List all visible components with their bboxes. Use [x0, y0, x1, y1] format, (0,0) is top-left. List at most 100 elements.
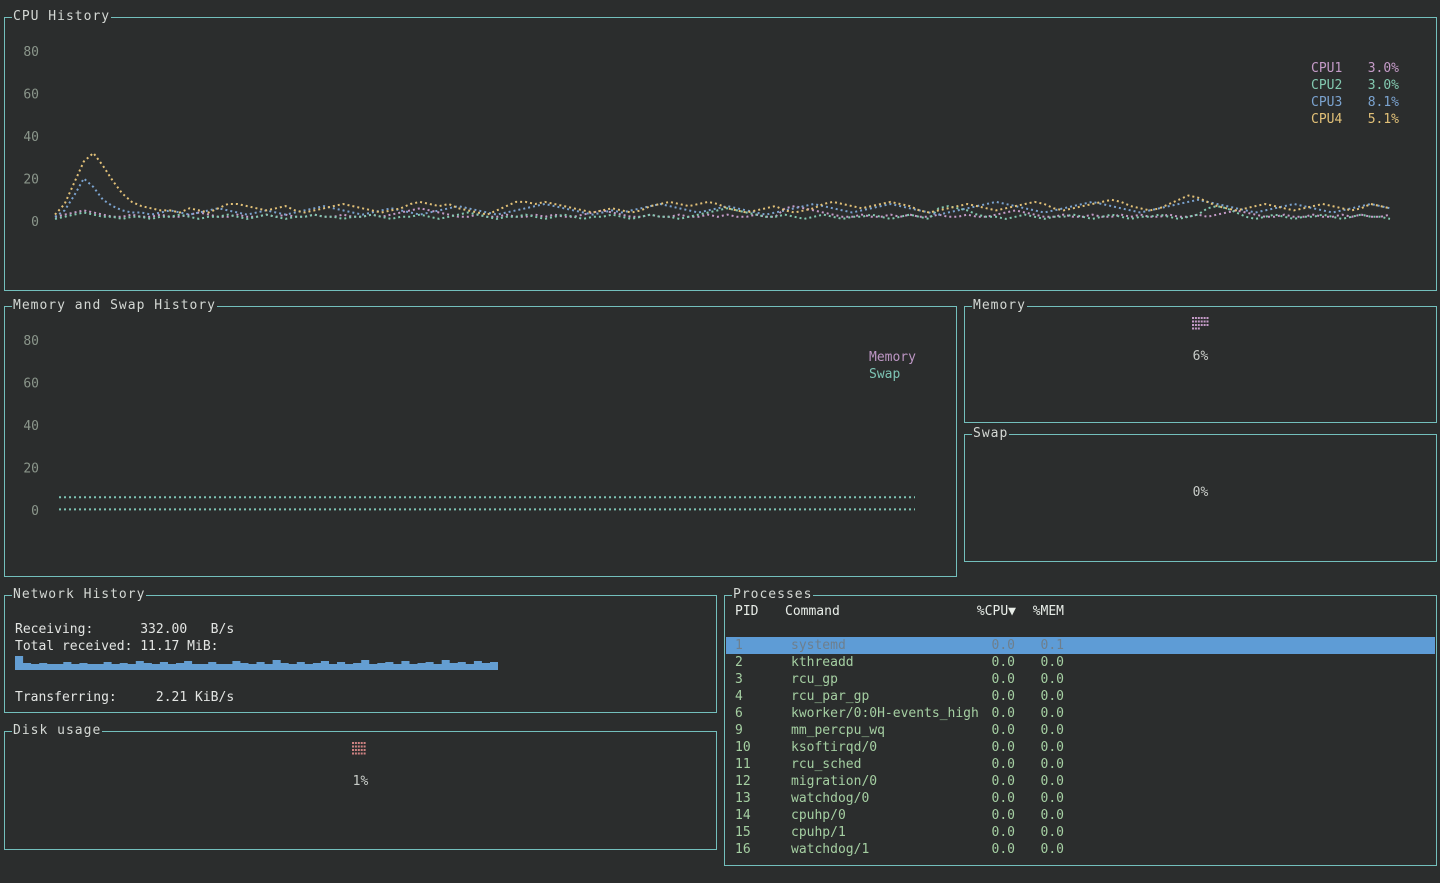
memory-gauge-value: 6%	[965, 349, 1436, 364]
process-mem: 0.0	[966, 671, 1064, 688]
process-pid: 13	[735, 790, 751, 807]
process-pid: 1	[735, 637, 743, 654]
cpu-history-panel: CPU History 806040200 CPU13.0%CPU23.0%CP…	[4, 17, 1437, 291]
disk-gauge-value: 1%	[5, 774, 716, 789]
memory-gauge-panel: Memory 6%	[964, 306, 1437, 423]
process-pid: 12	[735, 773, 751, 790]
process-command: rcu_gp	[791, 671, 838, 688]
svg-text:40: 40	[23, 419, 39, 434]
svg-text:20: 20	[23, 462, 39, 477]
process-command: rcu_par_gp	[791, 688, 869, 705]
processes-table-body: 1systemd0.00.12kthreadd0.00.03rcu_gp0.00…	[726, 637, 1435, 858]
cpu-legend-entry-3: CPU3 8.1%	[1311, 94, 1399, 111]
cpu-legend-value: 5.1%	[1368, 111, 1399, 128]
process-command: mm_percpu_wq	[791, 722, 885, 739]
processes-panel: Processes PID Command %CPU▼ %MEM 1system…	[724, 595, 1437, 866]
process-mem: 0.0	[966, 807, 1064, 824]
process-command: systemd	[791, 637, 846, 654]
svg-text:40: 40	[23, 130, 39, 145]
cpu-legend-value: 3.0%	[1368, 60, 1399, 77]
cpu-legend-entry-1: CPU1 3.0%	[1311, 60, 1399, 77]
system-monitor-app: { "app": { "background": "#2b2d2d", "bor…	[0, 0, 1440, 883]
process-row-kthreadd[interactable]: 2kthreadd0.00.0	[726, 654, 1435, 671]
swap-gauge-title: Swap	[972, 426, 1009, 442]
process-row-rcu_sched[interactable]: 11rcu_sched0.00.0	[726, 756, 1435, 773]
process-pid: 3	[735, 671, 743, 688]
process-mem: 0.0	[966, 824, 1064, 841]
process-row-systemd[interactable]: 1systemd0.00.1	[726, 637, 1435, 654]
process-mem: 0.0	[966, 722, 1064, 739]
svg-text:20: 20	[23, 173, 39, 188]
memory-swap-history-panel: Memory and Swap History 806040200 Memory…	[4, 306, 957, 577]
disk-usage-panel: Disk usage 1%	[4, 731, 717, 850]
memory-swap-history-chart: 80 60 40 20 0	[5, 307, 956, 576]
svg-text:0: 0	[31, 215, 39, 230]
process-row-cpuhp/1[interactable]: 15cpuhp/10.00.0	[726, 824, 1435, 841]
process-command: cpuhp/0	[791, 807, 846, 824]
network-transferring-text: Transferring: 2.21 KiB/s	[15, 690, 234, 705]
process-mem: 0.0	[966, 773, 1064, 790]
process-command: migration/0	[791, 773, 877, 790]
cpu-legend-value: 3.0%	[1368, 77, 1399, 94]
process-pid: 14	[735, 807, 751, 824]
process-pid: 6	[735, 705, 743, 722]
process-row-watchdog/0[interactable]: 13watchdog/00.00.0	[726, 790, 1435, 807]
process-command: rcu_sched	[791, 756, 861, 773]
swap-gauge-dots-icon	[1192, 445, 1210, 460]
process-pid: 9	[735, 722, 743, 739]
process-mem: 0.1	[966, 637, 1064, 654]
process-row-watchdog/1[interactable]: 16watchdog/10.00.0	[726, 841, 1435, 858]
cpu-legend-value: 8.1%	[1368, 94, 1399, 111]
svg-text:80: 80	[23, 334, 39, 349]
process-mem: 0.0	[966, 790, 1064, 807]
process-pid: 10	[735, 739, 751, 756]
cpu-history-chart: 80 60 40 20 0	[5, 18, 1436, 290]
memory-swap-legend: MemorySwap	[869, 349, 916, 383]
svg-text:0: 0	[31, 504, 39, 519]
column-header-mem[interactable]: %MEM	[966, 604, 1064, 619]
network-history-panel: Network History Receiving: 332.00 B/s To…	[4, 595, 717, 713]
process-mem: 0.0	[966, 841, 1064, 858]
process-mem: 0.0	[966, 654, 1064, 671]
svg-text:80: 80	[23, 45, 39, 60]
svg-text:60: 60	[23, 377, 39, 392]
processes-table-header: PID Command %CPU▼ %MEM	[726, 604, 1435, 621]
memswap-legend-memory: Memory	[869, 349, 916, 366]
swap-gauge-panel: Swap 0%	[964, 434, 1437, 562]
process-pid: 16	[735, 841, 751, 858]
process-row-cpuhp/0[interactable]: 14cpuhp/00.00.0	[726, 807, 1435, 824]
cpu-legend-label: CPU4	[1311, 111, 1342, 128]
process-command: cpuhp/1	[791, 824, 846, 841]
process-mem: 0.0	[966, 756, 1064, 773]
processes-title: Processes	[732, 587, 813, 603]
cpu-legend-label: CPU2	[1311, 77, 1342, 94]
process-row-kworker/0:0H-events_high[interactable]: 6kworker/0:0H-events_high0.00.0	[726, 705, 1435, 722]
memory-gauge-title: Memory	[972, 298, 1027, 314]
process-pid: 11	[735, 756, 751, 773]
process-row-ksoftirqd/0[interactable]: 10ksoftirqd/00.00.0	[726, 739, 1435, 756]
cpu-legend: CPU1 3.0% CPU2 3.0% CPU3 8.1% CPU4 5.1%	[1311, 60, 1399, 128]
cpu-legend-entry-2: CPU2 3.0%	[1311, 77, 1399, 94]
cpu-legend-label: CPU1	[1311, 60, 1342, 77]
process-mem: 0.0	[966, 705, 1064, 722]
cpu-legend-entry-4: CPU4 5.1%	[1311, 111, 1399, 128]
column-header-pid[interactable]: PID	[735, 604, 758, 619]
swap-gauge-value: 0%	[965, 485, 1436, 500]
process-row-mm_percpu_wq[interactable]: 9mm_percpu_wq0.00.0	[726, 722, 1435, 739]
process-row-migration/0[interactable]: 12migration/00.00.0	[726, 773, 1435, 790]
disk-usage-title: Disk usage	[12, 723, 102, 739]
memswap-legend-swap: Swap	[869, 366, 916, 383]
process-row-rcu_gp[interactable]: 3rcu_gp0.00.0	[726, 671, 1435, 688]
cpu-legend-label: CPU3	[1311, 94, 1342, 111]
process-command: watchdog/0	[791, 790, 869, 807]
process-pid: 2	[735, 654, 743, 671]
svg-text:60: 60	[23, 88, 39, 103]
process-mem: 0.0	[966, 688, 1064, 705]
process-pid: 15	[735, 824, 751, 841]
column-header-command[interactable]: Command	[785, 604, 840, 619]
process-command: ksoftirqd/0	[791, 739, 877, 756]
disk-gauge-dots-icon	[352, 742, 370, 757]
process-row-rcu_par_gp[interactable]: 4rcu_par_gp0.00.0	[726, 688, 1435, 705]
process-mem: 0.0	[966, 739, 1064, 756]
process-pid: 4	[735, 688, 743, 705]
